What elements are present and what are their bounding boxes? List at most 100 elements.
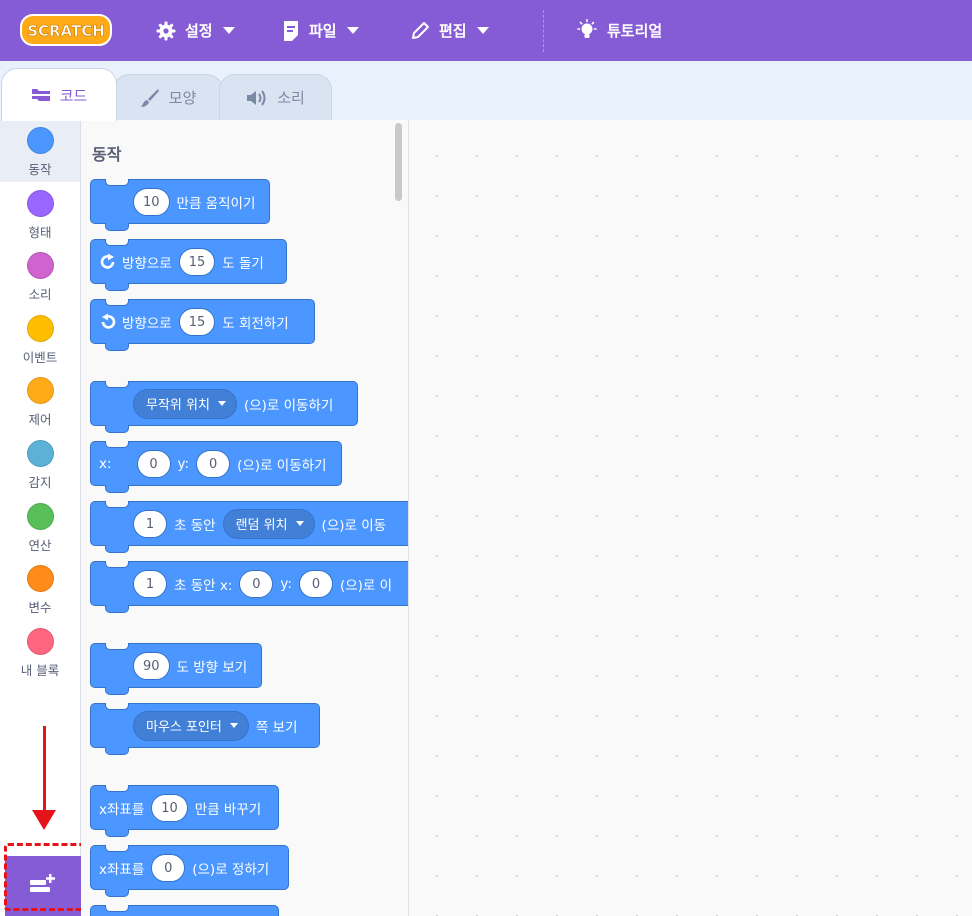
block-notch <box>105 889 129 897</box>
edit-menu-label: 편집 <box>439 22 467 40</box>
scratch-logo[interactable]: SCRATCH <box>20 12 112 48</box>
rotate-right-icon <box>99 253 117 271</box>
settings-menu-label: 설정 <box>185 22 213 40</box>
block-text: 만큼 움직이기 <box>176 195 256 212</box>
block-text: (으)로 이 <box>339 577 393 594</box>
block-go-to-xy[interactable]: x: 0 y: 0 (으)로 이동하기 <box>90 441 342 493</box>
block-notch <box>105 785 129 792</box>
category-motion[interactable]: 동작 <box>0 120 80 182</box>
category-looks[interactable]: 형태 <box>0 183 80 245</box>
block-turn-right[interactable]: 방향으로 15 도 돌기 <box>90 239 287 291</box>
block-point-towards[interactable]: 마우스 포인터 쪽 보기 <box>90 703 320 755</box>
category-label: 감지 <box>28 475 52 490</box>
category-label: 이벤트 <box>22 350 58 365</box>
block-input[interactable]: 0 <box>239 569 274 598</box>
caret-down-icon <box>229 723 238 728</box>
tab-code[interactable]: 코드 <box>1 68 117 121</box>
menu-separator <box>543 10 544 52</box>
block-dropdown[interactable]: 랜덤 위치 <box>222 508 315 539</box>
annotation-arrow <box>43 726 46 814</box>
block-notch <box>105 545 129 553</box>
code-icon <box>31 88 51 102</box>
category-dot <box>26 503 54 530</box>
category-label: 동작 <box>28 162 52 177</box>
block-text: x좌표를 <box>99 861 145 878</box>
pencil-icon <box>410 21 430 41</box>
block-set-x[interactable]: x좌표를 0 (으)로 정하기 <box>90 845 289 897</box>
caret-down-icon <box>346 26 359 35</box>
brush-icon <box>140 88 160 108</box>
rotate-left-icon <box>99 313 117 331</box>
category-variables[interactable]: 변수 <box>0 558 80 620</box>
block-move-steps[interactable]: 10 만큼 움직이기 <box>90 179 270 231</box>
block-text: x좌표를 <box>99 801 145 818</box>
block-input[interactable]: 10 <box>133 187 170 216</box>
category-control[interactable]: 제어 <box>0 370 80 432</box>
category-sound[interactable]: 소리 <box>0 245 80 307</box>
category-label: 내 블록 <box>20 663 60 678</box>
block-input[interactable]: 90 <box>133 651 170 680</box>
block-input[interactable]: 0 <box>196 449 231 478</box>
block-notch <box>105 381 129 388</box>
block-notch <box>105 605 129 613</box>
block-text: 초 동안 <box>174 517 216 534</box>
file-icon <box>282 20 300 42</box>
block-notch <box>105 561 129 568</box>
category-my-blocks[interactable]: 내 블록 <box>0 621 80 683</box>
block-text: x: <box>99 455 112 472</box>
palette-scrollbar[interactable] <box>395 123 402 201</box>
block-turn-left[interactable]: 방향으로 15 도 회전하기 <box>90 299 315 351</box>
block-input[interactable]: 1 <box>133 509 167 538</box>
block-text: (으)로 정하기 <box>192 861 270 878</box>
block-dropdown[interactable]: 마우스 포인터 <box>133 710 249 741</box>
block-partial[interactable] <box>90 905 279 916</box>
block-input[interactable]: 15 <box>178 247 216 276</box>
block-go-to[interactable]: 무작위 위치 (으)로 이동하기 <box>90 381 358 433</box>
settings-menu[interactable]: 설정 <box>156 0 235 61</box>
speaker-icon <box>246 89 268 107</box>
tab-costumes[interactable]: 모양 <box>113 74 223 120</box>
block-change-x[interactable]: x좌표를 10 만큼 바꾸기 <box>90 785 279 837</box>
block-input[interactable]: 15 <box>178 307 216 336</box>
block-notch <box>105 687 129 695</box>
tutorials-menu[interactable]: 튜토리얼 <box>576 0 662 61</box>
annotation-arrow-head <box>32 810 56 830</box>
file-menu[interactable]: 파일 <box>282 0 359 61</box>
block-input[interactable]: 0 <box>151 853 186 882</box>
block-text: (으)로 이동 <box>321 517 387 534</box>
category-events[interactable]: 이벤트 <box>0 308 80 370</box>
block-notch <box>105 845 129 852</box>
block-notch <box>105 501 129 508</box>
caret-down-icon <box>295 521 304 526</box>
edit-menu[interactable]: 편집 <box>410 0 489 61</box>
category-dot <box>26 315 54 342</box>
palette-section-title: 동작 <box>92 145 122 164</box>
category-dot <box>26 127 54 154</box>
tab-sounds[interactable]: 소리 <box>219 74 332 120</box>
block-notch <box>105 905 129 912</box>
block-notch <box>105 829 129 837</box>
block-point-in-direction[interactable]: 90 도 방향 보기 <box>90 643 262 695</box>
block-glide-xy[interactable]: 1 초 동안 x: 0 y: 0 (으)로 이 <box>90 561 408 613</box>
category-sensing[interactable]: 감지 <box>0 433 80 495</box>
block-input[interactable]: 0 <box>298 569 333 598</box>
block-text: 도 방향 보기 <box>176 659 248 676</box>
block-text: y: <box>280 575 292 592</box>
block-notch <box>105 223 129 231</box>
code-workspace[interactable] <box>409 120 972 916</box>
category-dot <box>26 628 54 655</box>
block-input[interactable]: 10 <box>151 793 188 822</box>
block-input[interactable]: 1 <box>133 569 167 598</box>
block-notch <box>105 299 129 306</box>
category-label: 변수 <box>28 600 52 615</box>
category-dot <box>26 440 54 467</box>
editor-tab-bar: 코드 모양 소리 <box>0 61 972 121</box>
category-operators[interactable]: 연산 <box>0 496 80 558</box>
category-menu: 동작 형태 소리 이벤트 제어 감지 연산 변수 내 블록 <box>0 120 81 916</box>
block-input[interactable]: 0 <box>136 449 171 478</box>
block-dropdown-value: 랜덤 위치 <box>235 518 288 533</box>
block-glide-to[interactable]: 1 초 동안 랜덤 위치 (으)로 이동 <box>90 501 408 553</box>
block-dropdown[interactable]: 무작위 위치 <box>133 388 237 419</box>
block-dropdown-value: 무작위 위치 <box>146 398 210 413</box>
block-notch <box>105 485 129 493</box>
